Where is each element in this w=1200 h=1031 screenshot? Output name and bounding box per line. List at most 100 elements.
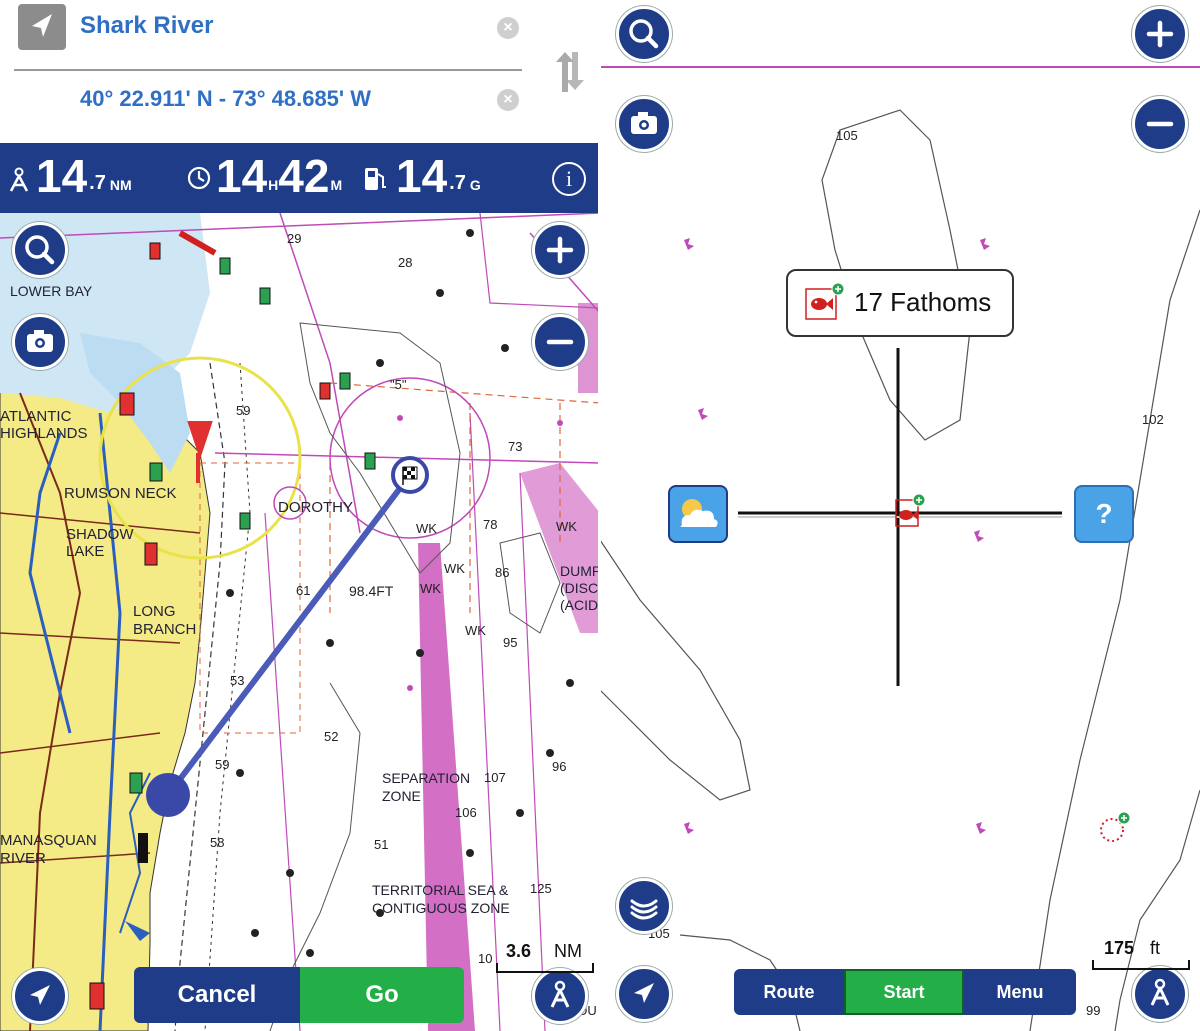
route-destination-field[interactable]: 40° 22.911' N - 73° 48.685' W bbox=[80, 86, 371, 112]
depth-label: "5" bbox=[390, 377, 407, 392]
zoom-out-button[interactable] bbox=[1132, 96, 1188, 152]
distance-int: 14 bbox=[36, 150, 88, 202]
zoom-in-button[interactable] bbox=[532, 222, 588, 278]
depth-label: 96 bbox=[552, 759, 567, 774]
depth-label: 10 bbox=[478, 951, 493, 966]
place-label: RIVER bbox=[0, 850, 46, 867]
depth-label: WK bbox=[444, 561, 465, 576]
compass-person-icon bbox=[550, 980, 570, 1008]
fish-icon[interactable] bbox=[895, 493, 926, 527]
depth-label: 52 bbox=[324, 729, 339, 744]
depth-label: 106 bbox=[455, 805, 477, 820]
sonar-icon bbox=[630, 899, 658, 920]
bottom-nav-bar: Route Start Menu bbox=[734, 969, 1076, 1015]
depth-label: 105 bbox=[836, 128, 858, 143]
search-icon bbox=[25, 235, 55, 265]
depth-label: 102 bbox=[1142, 412, 1164, 427]
depth-label: 53 bbox=[230, 673, 245, 688]
place-label: TERRITORIAL SEA & bbox=[372, 882, 509, 898]
scale-value: 3.6 bbox=[506, 941, 532, 961]
trip-info-bar: 14 .7 NM 14 H 42 M 14 .7 G i bbox=[0, 143, 600, 213]
waypoint-callout[interactable]: 17 Fathoms bbox=[786, 269, 1014, 337]
search-button[interactable] bbox=[12, 222, 68, 278]
scale-unit: ft bbox=[1150, 938, 1161, 958]
info-icon[interactable]: i bbox=[552, 162, 586, 196]
depth-label: 107 bbox=[484, 770, 506, 785]
time-minutes-unit: M bbox=[330, 177, 343, 193]
scale-value: 175 bbox=[1104, 938, 1135, 958]
search-button[interactable] bbox=[616, 6, 672, 62]
camera-icon bbox=[631, 112, 657, 134]
depth-label: WK bbox=[465, 623, 486, 638]
place-label: ZONE bbox=[382, 788, 421, 804]
fuel-icon bbox=[365, 168, 386, 190]
locate-icon bbox=[30, 985, 50, 1005]
field-divider bbox=[14, 69, 522, 71]
locate-icon bbox=[634, 983, 654, 1003]
clear-destination-icon[interactable]: × bbox=[497, 89, 519, 111]
cancel-button[interactable]: Cancel bbox=[134, 967, 300, 1023]
place-label: (DISC bbox=[560, 580, 599, 596]
clock-icon bbox=[187, 166, 211, 190]
waypoint-name: 17 Fathoms bbox=[854, 287, 992, 317]
route-planner-pane: Shark River × 40° 22.911' N - 73° 48.685… bbox=[0, 0, 600, 1031]
depth-label: WK bbox=[416, 521, 437, 536]
nautical-chart-map[interactable]: ATLANTIC HIGHLANDS RUMSON NECK SHADOW LA… bbox=[0, 212, 600, 1031]
place-label: RUMSON NECK bbox=[64, 485, 177, 502]
place-label: DUMP bbox=[560, 563, 600, 579]
go-button[interactable]: Go bbox=[300, 967, 464, 1023]
zoom-out-button[interactable] bbox=[532, 314, 588, 370]
locate-button[interactable] bbox=[12, 968, 68, 1024]
route-panel: Shark River × 40° 22.911' N - 73° 48.685… bbox=[0, 0, 600, 143]
time-minutes: 42 bbox=[278, 150, 330, 202]
checkered-flag-icon[interactable] bbox=[391, 456, 429, 494]
depth-label: 78 bbox=[483, 517, 498, 532]
depth-label: WK bbox=[420, 581, 441, 596]
depth-label: 59 bbox=[236, 403, 251, 418]
distance-frac: .7 bbox=[89, 172, 106, 194]
zoom-in-button[interactable] bbox=[1132, 6, 1188, 62]
depth-label: 51 bbox=[374, 837, 389, 852]
time-metric: 14 H 42 M bbox=[216, 151, 342, 201]
help-icon[interactable]: ? bbox=[1074, 485, 1134, 543]
place-label: CONTIGUOUS ZONE bbox=[372, 900, 510, 916]
search-icon bbox=[629, 19, 659, 49]
locate-button[interactable] bbox=[616, 966, 672, 1022]
camera-icon bbox=[27, 330, 53, 352]
camera-button[interactable] bbox=[12, 314, 68, 370]
time-hours: 14 bbox=[216, 150, 268, 202]
depth-label: 86 bbox=[495, 565, 510, 580]
swap-icon[interactable] bbox=[552, 48, 586, 94]
fuel-unit: G bbox=[469, 177, 481, 193]
menu-button[interactable]: Menu bbox=[964, 969, 1076, 1015]
chart-graphics bbox=[0, 212, 600, 1031]
place-label: SHADOW bbox=[66, 526, 134, 543]
compass-person-icon bbox=[1150, 978, 1170, 1006]
camera-button[interactable] bbox=[616, 96, 672, 152]
place-label: LAKE bbox=[66, 543, 105, 560]
route-button[interactable]: Route bbox=[734, 969, 844, 1015]
route-mode-button[interactable] bbox=[1132, 966, 1188, 1022]
sonar-button[interactable] bbox=[616, 878, 672, 934]
weather-button[interactable] bbox=[668, 485, 728, 543]
place-label: (ACID bbox=[560, 597, 599, 613]
place-label: LONG bbox=[133, 603, 176, 620]
fish-icon bbox=[805, 283, 844, 320]
route-mode-button[interactable] bbox=[532, 968, 588, 1024]
route-start-field[interactable]: Shark River bbox=[80, 12, 213, 40]
clear-start-icon[interactable]: × bbox=[497, 17, 519, 39]
place-label: HIGHLANDS bbox=[0, 425, 88, 442]
depth-label: 61 bbox=[296, 583, 311, 598]
depth-label: 99 bbox=[1086, 1003, 1101, 1018]
scale-unit: NM bbox=[554, 941, 582, 961]
distance-unit: NM bbox=[109, 177, 132, 193]
place-label: ATLANTIC bbox=[0, 408, 72, 425]
zoom-in-icon bbox=[1146, 20, 1174, 48]
navigate-arrow-icon[interactable] bbox=[18, 4, 66, 50]
compass-person-icon bbox=[9, 167, 29, 192]
route-action-bar: Cancel Go bbox=[134, 967, 464, 1023]
place-label: LOWER BAY bbox=[10, 283, 93, 299]
depth-label: 95 bbox=[503, 635, 518, 650]
start-button[interactable]: Start bbox=[844, 969, 964, 1015]
zoom-out-icon bbox=[546, 339, 574, 345]
